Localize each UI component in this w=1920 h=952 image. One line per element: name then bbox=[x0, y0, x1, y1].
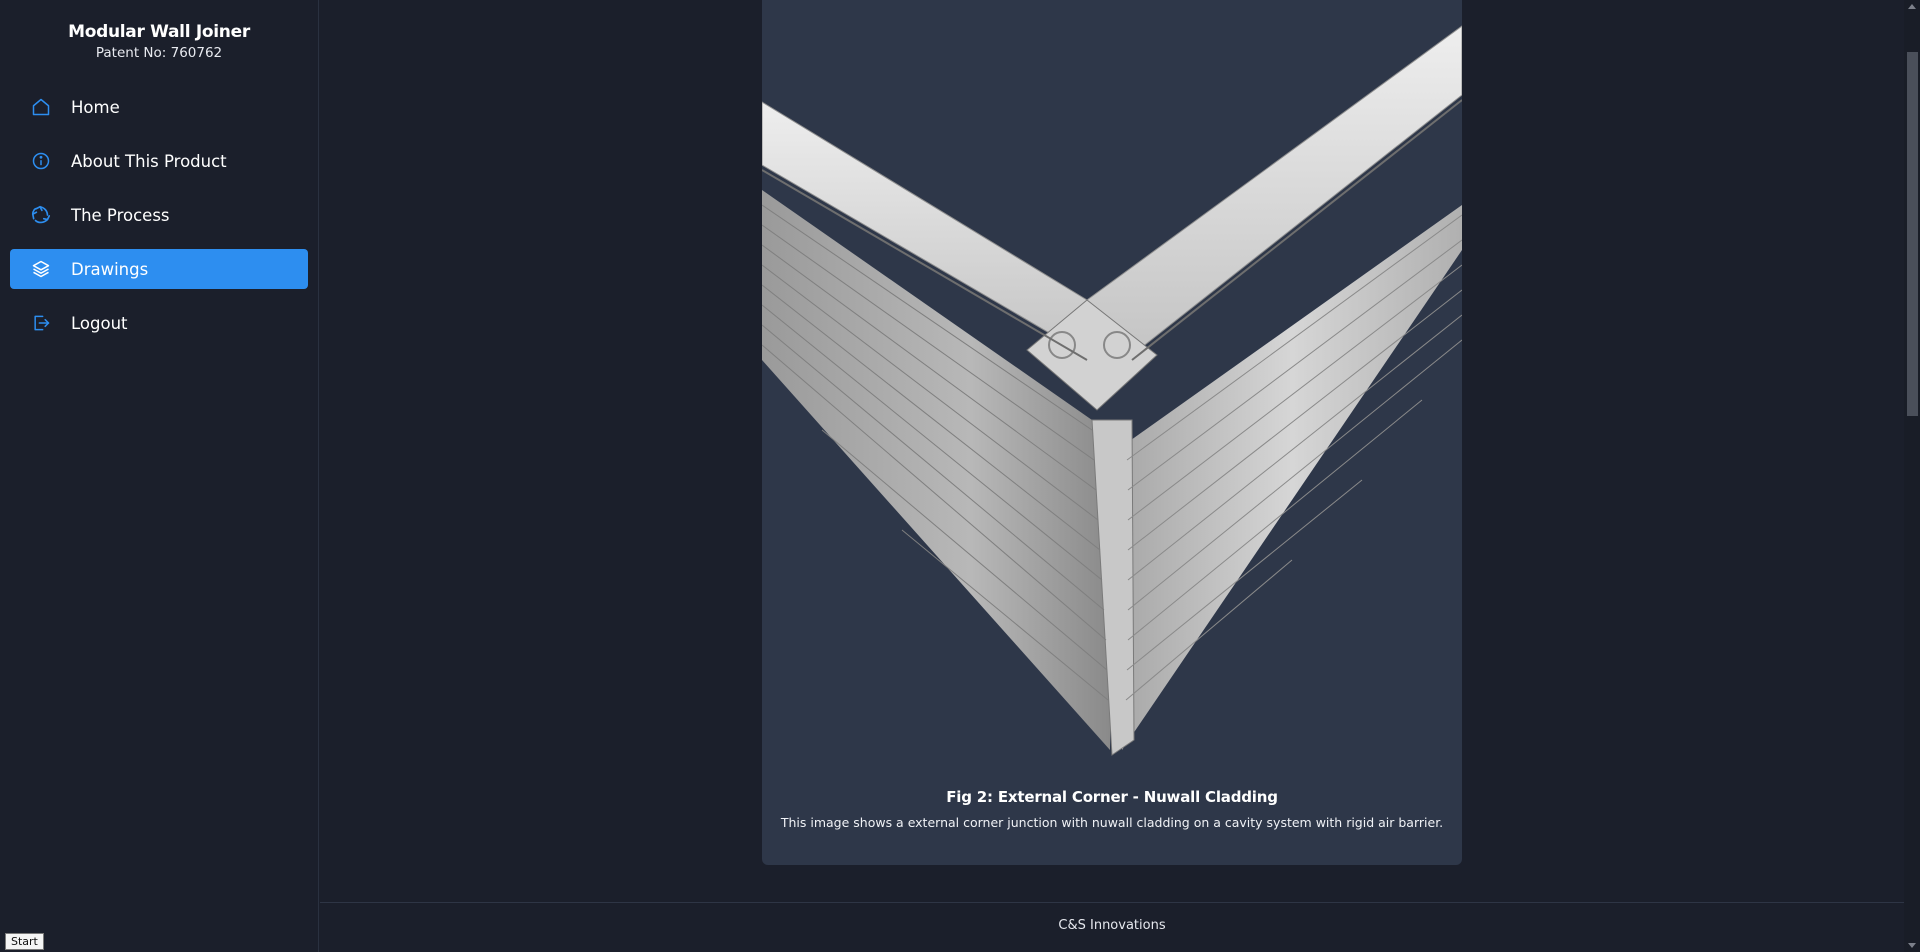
sidebar-item-drawings[interactable]: Drawings bbox=[10, 249, 308, 289]
brand: Modular Wall Joiner Patent No: 760762 bbox=[0, 0, 318, 61]
scroll-down-arrow-icon[interactable] bbox=[1908, 943, 1916, 948]
sidebar-item-about[interactable]: About This Product bbox=[10, 141, 308, 181]
sidebar-item-label: Home bbox=[71, 97, 120, 117]
layers-icon bbox=[30, 258, 52, 280]
figure-description: This image shows a external corner junct… bbox=[780, 815, 1444, 830]
sidebar-item-label: About This Product bbox=[71, 151, 227, 171]
app-title: Modular Wall Joiner bbox=[68, 22, 250, 42]
figure-title: Fig 2: External Corner - Nuwall Cladding bbox=[946, 788, 1278, 806]
sidebar-item-label: Logout bbox=[71, 313, 128, 333]
sidebar-item-label: Drawings bbox=[71, 259, 149, 279]
footer-divider bbox=[320, 902, 1904, 903]
page-scrollbar[interactable] bbox=[1904, 0, 1920, 952]
corner-cladding-image bbox=[762, 25, 1462, 756]
sidebar-nav: Home About This Product The Process Draw… bbox=[0, 87, 318, 343]
sidebar-item-logout[interactable]: Logout bbox=[10, 303, 308, 343]
recycle-icon bbox=[30, 204, 52, 226]
sidebar-item-home[interactable]: Home bbox=[10, 87, 308, 127]
info-icon bbox=[30, 150, 52, 172]
sidebar-item-process[interactable]: The Process bbox=[10, 195, 308, 235]
footer-text: C&S Innovations bbox=[1058, 918, 1166, 933]
patent-number: Patent No: 760762 bbox=[95, 45, 223, 61]
main-content: Fig 2: External Corner - Nuwall Cladding… bbox=[320, 0, 1904, 952]
home-icon bbox=[30, 96, 52, 118]
figure-card: Fig 2: External Corner - Nuwall Cladding… bbox=[762, 0, 1462, 865]
start-tooltip: Start bbox=[5, 933, 44, 950]
scroll-thumb[interactable] bbox=[1907, 52, 1918, 416]
logout-icon bbox=[30, 312, 52, 334]
scroll-up-arrow-icon[interactable] bbox=[1908, 4, 1916, 9]
sidebar: Modular Wall Joiner Patent No: 760762 Ho… bbox=[0, 0, 319, 952]
sidebar-item-label: The Process bbox=[71, 205, 170, 225]
